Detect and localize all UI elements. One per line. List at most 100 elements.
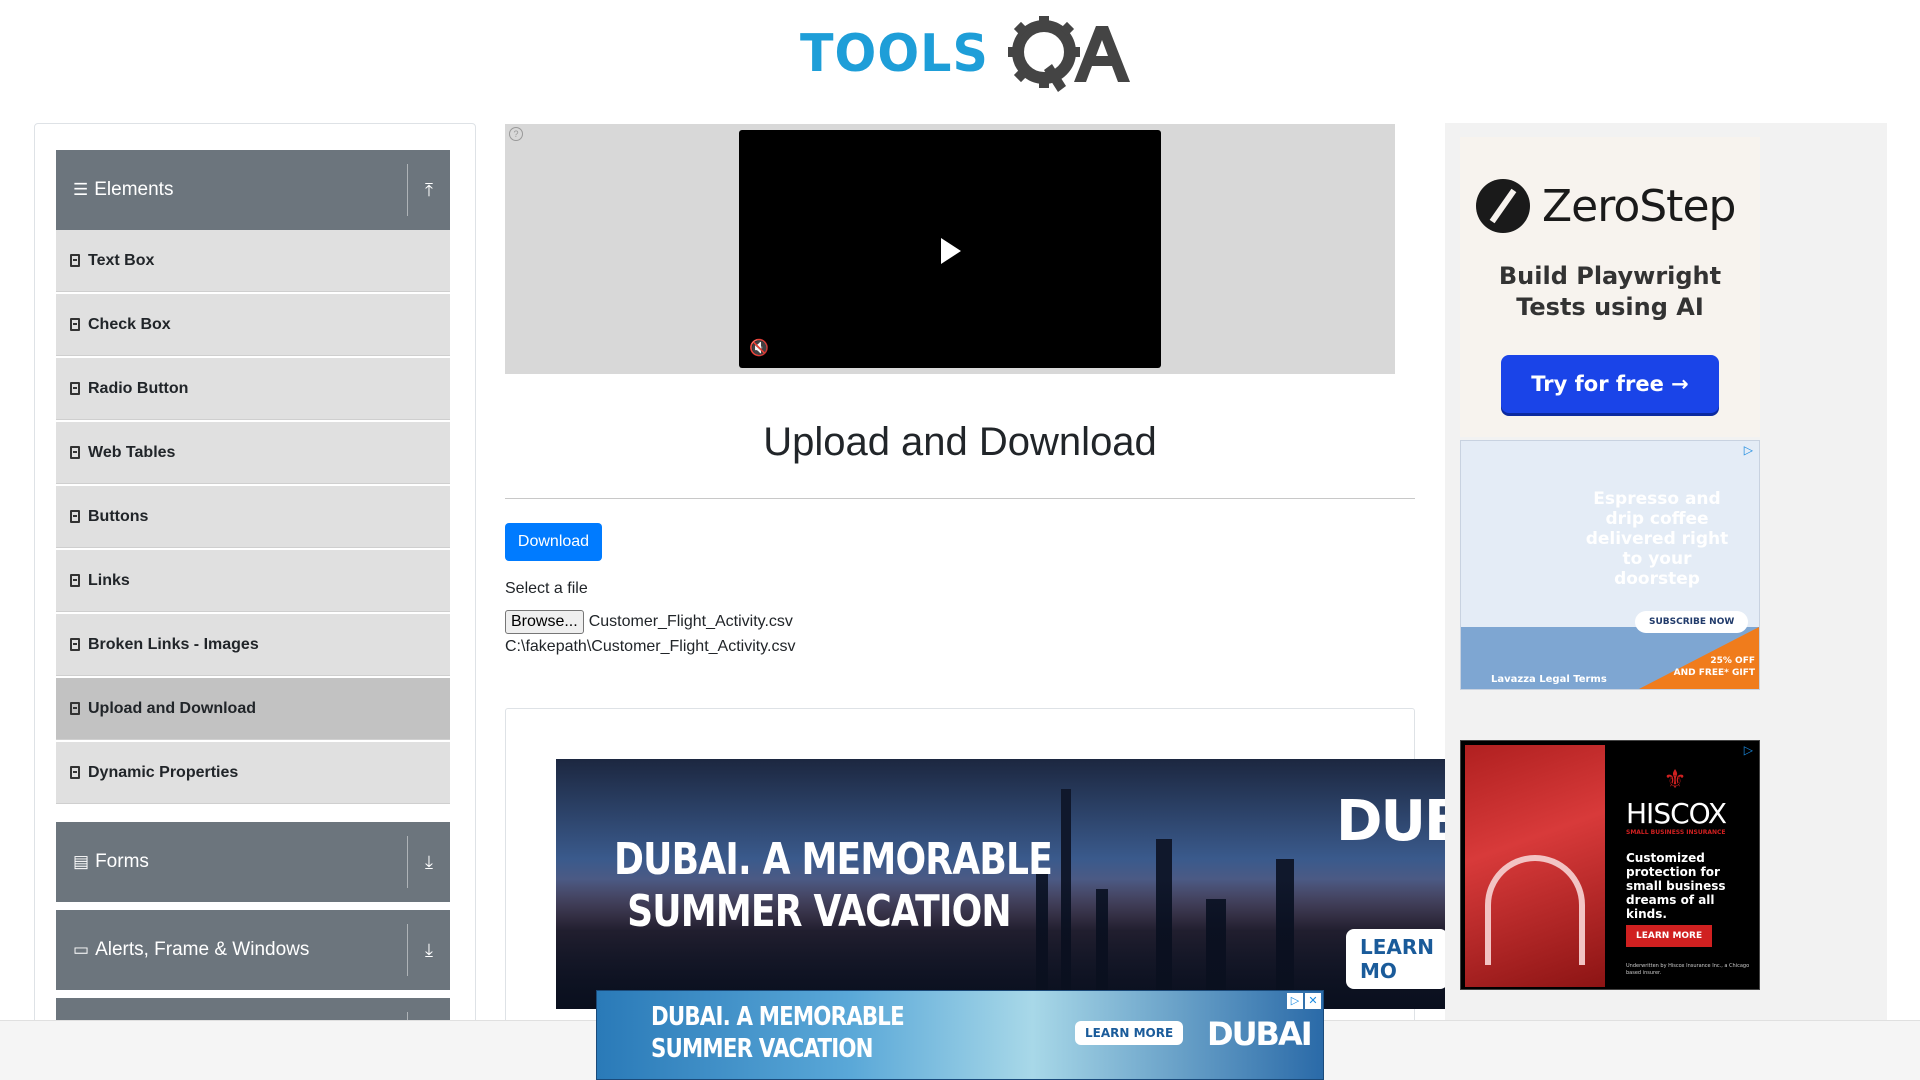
ad-headline-line: SUMMER VACATION	[627, 886, 1012, 937]
group-alerts-label-wrap: ▭ Alerts, Frame & Windows	[56, 939, 407, 961]
hiscox-photo	[1465, 745, 1605, 987]
download-button[interactable]: Download	[505, 523, 602, 561]
video-ad[interactable]: ? 🔇	[505, 124, 1395, 374]
item-icon	[70, 446, 80, 459]
help-icon[interactable]: ?	[509, 127, 523, 141]
close-icon[interactable]: ✕	[1305, 993, 1321, 1009]
lavazza-offer: 25% OFF AND FREE* GIFT	[1674, 655, 1755, 679]
try-for-free-button[interactable]: Try for free →	[1501, 355, 1719, 413]
group-label: Alerts, Frame & Windows	[95, 939, 310, 960]
group-elements[interactable]: ☰ Elements ⤒	[56, 150, 450, 230]
subscribe-now-button[interactable]: SUBSCRIBE NOW	[1635, 611, 1749, 633]
hiscox-crest-icon: ⚜	[1663, 764, 1687, 794]
item-icon	[70, 510, 80, 523]
sidebar-item-label: Text Box	[88, 251, 155, 269]
learn-more-button[interactable]: LEARN MORE	[1075, 1021, 1184, 1045]
mute-icon[interactable]: 🔇	[749, 338, 769, 358]
uploaded-file-path: C:\fakepath\Customer_Flight_Activity.csv	[505, 638, 796, 655]
learn-more-button[interactable]: LEARN MO	[1346, 929, 1446, 989]
document-icon: ▤	[73, 852, 90, 871]
sidebar-item-label: Check Box	[88, 315, 171, 333]
learn-more-button[interactable]: LEARN MORE	[1626, 925, 1713, 947]
item-icon	[70, 638, 80, 651]
dubai-logo: DUBAI	[1336, 789, 1446, 854]
item-icon	[70, 254, 80, 267]
dubai-logo: DUBAI	[1207, 1015, 1313, 1053]
browse-button[interactable]: Browse...	[505, 610, 584, 634]
hiscox-copy: Customized protection for small business…	[1626, 851, 1726, 921]
ad-headline-line: SUMMER VACATION	[651, 1034, 874, 1064]
sidebar-item-label: Upload and Download	[88, 699, 256, 717]
zerostep-mark-icon	[1476, 179, 1530, 233]
ad-headline: DUBAI. A MEMORABLE SUMMER VACATION	[614, 834, 1053, 938]
sidebar-item-buttons[interactable]: Buttons	[56, 486, 450, 548]
tagline-line: Build Playwright	[1498, 262, 1722, 290]
sidebar-item-check-box[interactable]: Check Box	[56, 294, 450, 356]
hamburger-icon: ☰	[73, 180, 89, 199]
collapse-arrow-icon[interactable]: ⤒	[408, 180, 450, 201]
sidebar-item-label: Dynamic Properties	[88, 763, 239, 781]
zerostep-logo: ZeroStep	[1476, 179, 1736, 233]
sidebar-item-dynamic-properties[interactable]: Dynamic Properties	[56, 742, 450, 804]
bottom-sticky-ad[interactable]: DUBAI. A MEMORABLE SUMMER VACATION LEARN…	[596, 990, 1324, 1080]
sidebar-item-label: Broken Links - Images	[88, 635, 259, 653]
sidebar-item-upload-download[interactable]: Upload and Download	[56, 678, 450, 740]
ad-headline-line: DUBAI. A MEMORABLE	[651, 1002, 905, 1032]
selected-file-name: Customer_Flight_Activity.csv	[588, 613, 793, 630]
group-alerts[interactable]: ▭ Alerts, Frame & Windows ⤓	[56, 910, 450, 990]
hiscox-ad[interactable]: ▷ ⚜ HISCOX SMALL BUSINESS INSURANCE Cust…	[1460, 740, 1760, 990]
item-icon	[70, 766, 80, 779]
ad-choices-icon[interactable]: ▷	[1287, 993, 1303, 1009]
elements-menu: Text Box Check Box Radio Button Web Tabl…	[56, 230, 450, 806]
ad-controls: ▷ ✕	[1287, 993, 1321, 1009]
group-elements-label-wrap: ☰ Elements	[56, 179, 407, 201]
video-player[interactable]: 🔇	[739, 130, 1161, 368]
sidebar-item-label: Links	[88, 571, 130, 589]
page: TOOLS ☰ Elements ⤒ Text Box Check Box Ra…	[0, 0, 1920, 1080]
page-title: Upload and Download	[763, 420, 1157, 464]
lavazza-legal-link[interactable]: Lavazza Legal Terms	[1491, 674, 1607, 685]
group-forms-label-wrap: ▤ Forms	[56, 851, 407, 873]
toolsqa-logo[interactable]: TOOLS	[800, 14, 1130, 94]
sidebar-item-web-tables[interactable]: Web Tables	[56, 422, 450, 484]
hiscox-name: HISCOX	[1626, 797, 1727, 830]
sidebar-item-label: Buttons	[88, 507, 149, 525]
zerostep-ad[interactable]: ZeroStep Build Playwright Tests using AI…	[1460, 137, 1760, 437]
play-icon[interactable]	[941, 238, 961, 264]
zerostep-name: ZeroStep	[1542, 180, 1736, 232]
lavazza-copy: Espresso and drip coffee delivered right…	[1585, 489, 1729, 589]
logo-qa-gear-icon	[1008, 16, 1130, 92]
dubai-banner-ad[interactable]: DUBAI. A MEMORABLE SUMMER VACATION DUBAI…	[556, 759, 1446, 1009]
window-icon: ▭	[73, 940, 90, 959]
sidebar-item-radio-button[interactable]: Radio Button	[56, 358, 450, 420]
item-icon	[70, 702, 80, 715]
arch-shape	[1485, 855, 1585, 965]
offer-line: 25% OFF	[1710, 656, 1755, 666]
ad-choices-icon[interactable]: ▷	[1744, 443, 1753, 457]
sidebar-item-label: Web Tables	[88, 443, 176, 461]
sidebar-item-broken-links[interactable]: Broken Links - Images	[56, 614, 450, 676]
sidebar-item-links[interactable]: Links	[56, 550, 450, 612]
hiscox-subtitle: SMALL BUSINESS INSURANCE	[1626, 829, 1726, 836]
sidebar-item-label: Radio Button	[88, 379, 189, 397]
group-label: Forms	[95, 851, 149, 872]
hiscox-fine-print: Underwritten by Hiscox Insurance Inc., a…	[1626, 963, 1750, 976]
divider	[505, 498, 1415, 499]
offer-line: AND FREE* GIFT	[1673, 668, 1755, 678]
zerostep-tagline: Build Playwright Tests using AI	[1460, 261, 1760, 323]
expand-arrow-icon[interactable]: ⤓	[408, 852, 450, 873]
group-label: Elements	[94, 179, 174, 200]
select-file-label: Select a file	[505, 580, 588, 597]
ad-headline-line: DUBAI. A MEMORABLE	[614, 834, 1053, 885]
group-forms[interactable]: ▤ Forms ⤓	[56, 822, 450, 902]
ad-choices-icon[interactable]: ▷	[1744, 743, 1753, 757]
ad-headline: DUBAI. A MEMORABLE SUMMER VACATION	[651, 1001, 905, 1065]
sidebar-item-text-box[interactable]: Text Box	[56, 230, 450, 292]
lavazza-ad[interactable]: ▷ Espresso and drip coffee delivered rig…	[1460, 440, 1760, 690]
sidebar: ☰ Elements ⤒ Text Box Check Box Radio Bu…	[34, 123, 476, 1080]
item-icon	[70, 574, 80, 587]
tagline-line: Tests using AI	[1516, 293, 1704, 321]
expand-arrow-icon[interactable]: ⤓	[408, 940, 450, 961]
file-input[interactable]: Browse... Customer_Flight_Activity.csv	[505, 610, 793, 634]
logo-text: TOOLS	[800, 24, 989, 84]
